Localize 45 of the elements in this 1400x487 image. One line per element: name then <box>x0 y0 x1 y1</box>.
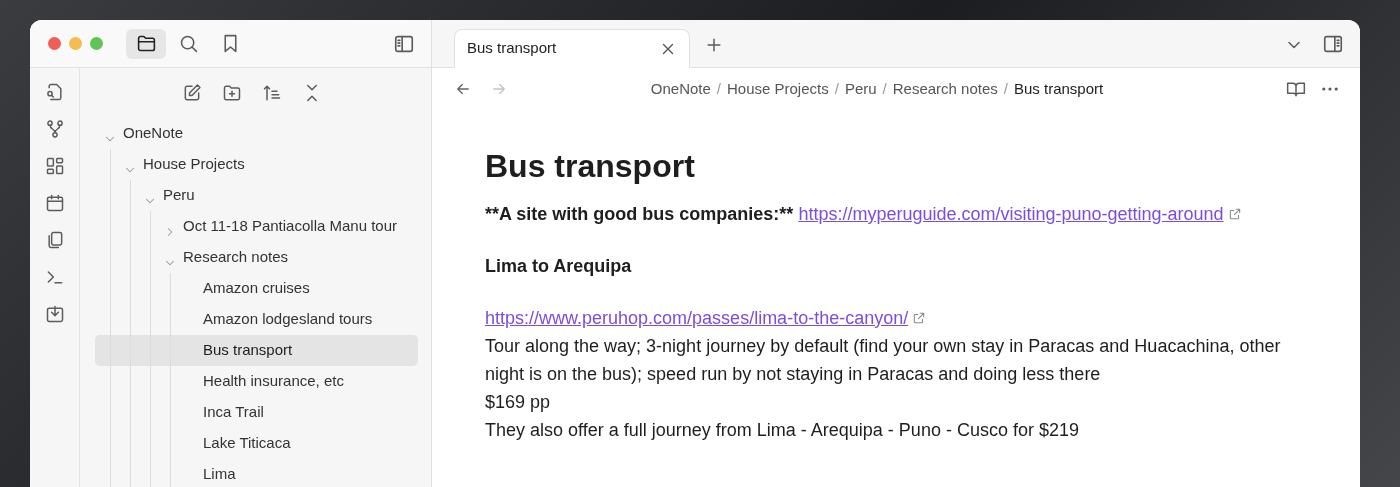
breadcrumb-item[interactable]: Peru <box>844 77 877 101</box>
sort-icon <box>261 83 282 103</box>
note-item[interactable]: Amazon cruises <box>95 273 418 304</box>
folder-item[interactable]: OneNote <box>95 118 418 149</box>
note-item[interactable]: Bus transport <box>95 335 418 366</box>
link[interactable]: https://www.peruhop.com/passes/lima-to-the-canyon/ <box>485 308 927 328</box>
note-item[interactable]: Lake Titicaca <box>95 428 418 459</box>
more-options-button[interactable] <box>1320 85 1340 93</box>
note-text: They also offer a full journey from Lima - Arequipa - Puno - Cusco for $219 <box>485 419 1080 442</box>
close-window-button[interactable] <box>48 37 61 50</box>
note-item[interactable]: Health insurance, etc <box>95 366 418 397</box>
folder-item[interactable]: House Projects <box>95 149 418 180</box>
breadcrumb-item[interactable]: OneNote <box>650 77 711 101</box>
breadcrumb-separator: / <box>1003 78 1008 99</box>
breadcrumb-item[interactable]: Bus transport <box>1014 77 1104 101</box>
breadcrumb-separator: / <box>716 78 721 99</box>
book-icon <box>1286 79 1306 99</box>
sidebar-icon <box>1322 33 1344 55</box>
external-link-icon <box>912 311 927 325</box>
note-item[interactable]: Inca Trail <box>95 397 418 428</box>
note-tab[interactable]: Bus transport <box>454 29 690 68</box>
folder-item[interactable]: Oct 11-18 Pantiacolla Manu tour <box>95 211 418 242</box>
bold-label: **A site with good bus companies:** <box>485 204 794 224</box>
note-item[interactable]: Lima <box>95 459 418 487</box>
note-text: $169 pp <box>485 391 552 414</box>
grid-icon <box>44 156 65 176</box>
breadcrumb-item[interactable]: House Projects <box>727 77 829 101</box>
breadcrumb-separator: / <box>834 78 839 99</box>
breadcrumb-separator: / <box>882 78 887 99</box>
files-tab[interactable] <box>126 28 166 59</box>
graph-icon <box>44 119 65 139</box>
file-search-icon <box>44 82 65 102</box>
note-text: Tour along the way; 3-night journey by default (find your own stay in Paracas and Huacachina, other night is on the bus); speed run by not staying in Paracas and doing less there <box>485 335 1282 386</box>
note-title: Bus transport <box>485 148 696 184</box>
download-icon <box>44 304 65 324</box>
note-subheading: Lima to Arequipa <box>485 255 633 278</box>
link[interactable]: https://myperuguide.com/visiting-puno-getting-around <box>798 204 1242 224</box>
more-icon <box>1322 87 1338 91</box>
folder-item[interactable]: Peru <box>95 180 418 211</box>
external-link-icon <box>1227 207 1242 221</box>
breadcrumb-item[interactable]: Research notes <box>892 77 998 101</box>
calendar-icon <box>44 193 65 213</box>
folder-item[interactable]: Research notes <box>95 242 418 273</box>
folder-icon <box>135 33 157 54</box>
folder-plus-icon <box>221 83 242 103</box>
